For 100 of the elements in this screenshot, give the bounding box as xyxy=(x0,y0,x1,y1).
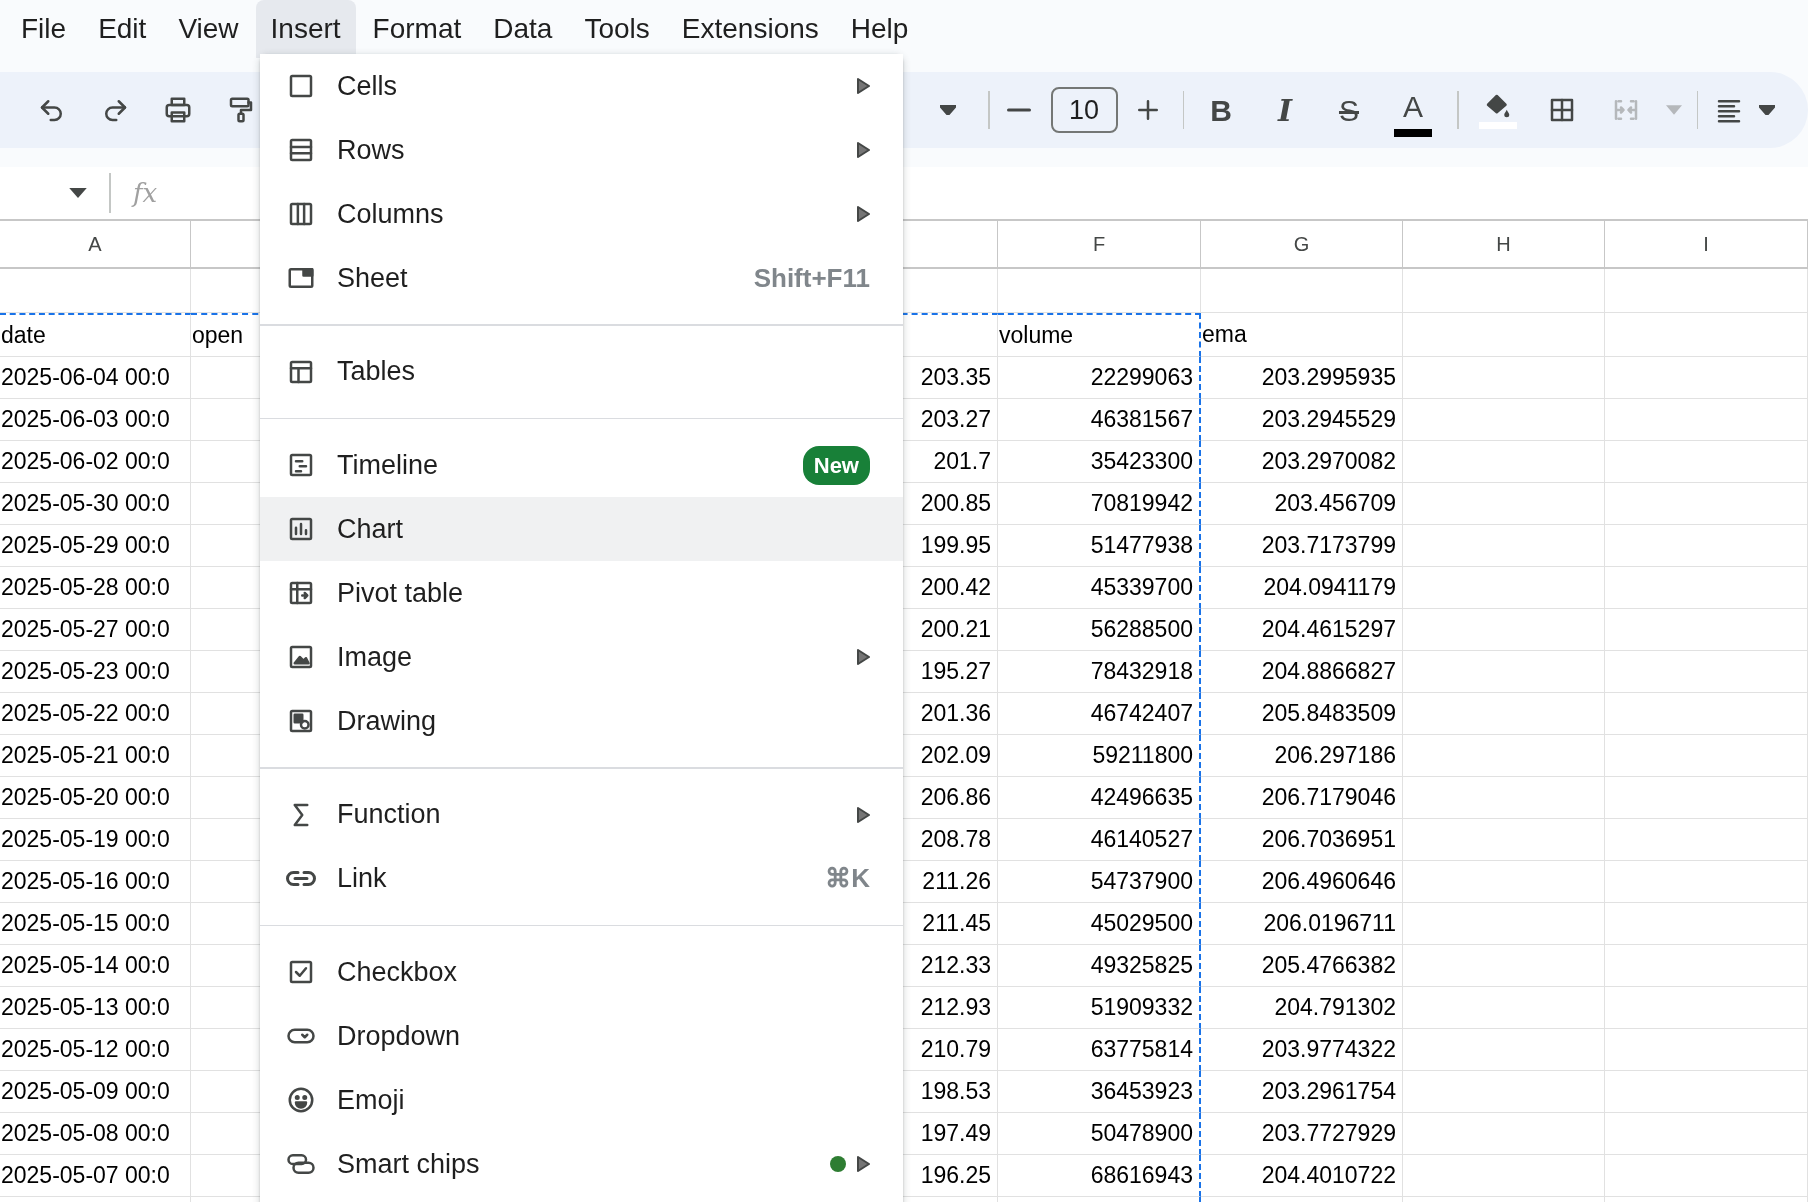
table-cell: 2025-05-13 00:0 xyxy=(0,987,191,1029)
table-cell: 51909332 xyxy=(998,987,1201,1029)
table-cell: 51477938 xyxy=(998,525,1201,567)
table-cell: 2025-05-21 00:0 xyxy=(0,735,191,777)
table-cell: 2025-05-09 00:0 xyxy=(0,1071,191,1113)
table-cell: 68616943 xyxy=(998,1155,1201,1197)
text-color-button[interactable]: A xyxy=(1381,82,1445,138)
submenu-arrow-icon xyxy=(856,649,870,665)
table-cell: ema xyxy=(1201,313,1403,357)
caret-icon xyxy=(1665,105,1682,115)
table-cell: 70819942 xyxy=(998,483,1201,525)
table-cell: 203.9774322 xyxy=(1201,1029,1403,1071)
font-size-field[interactable]: 10 xyxy=(1050,87,1118,133)
menu-item[interactable]: Rows xyxy=(260,118,903,182)
table-cell: 203.2995935 xyxy=(1201,357,1403,399)
table-cell: 206.7179046 xyxy=(1201,777,1403,819)
table-cell: 2025-05-15 00:0 xyxy=(0,903,191,945)
menu-item[interactable]: Tables xyxy=(260,339,903,404)
table-cell: 204.791302 xyxy=(1201,987,1403,1029)
table-cell: 46140527 xyxy=(998,819,1201,861)
menu-item[interactable]: Image xyxy=(260,625,903,689)
menu-item[interactable]: Function xyxy=(260,782,903,847)
menu-item[interactable]: Pivot table xyxy=(260,561,903,625)
table-cell: 203.2945529 xyxy=(1201,399,1403,441)
column-header[interactable]: F xyxy=(998,219,1201,269)
status-dot xyxy=(830,1156,846,1172)
table-cell: 36453923 xyxy=(998,1071,1201,1113)
table-cell: 206.7036951 xyxy=(1201,819,1403,861)
table-cell: 2025-05-23 00:0 xyxy=(0,651,191,693)
menu-item[interactable]: Edit xyxy=(83,0,162,58)
menu-item[interactable]: Dropdown xyxy=(260,1004,903,1068)
shortcut-text: Shift+F11 xyxy=(753,261,870,295)
table-cell: 2025-06-02 00:0 xyxy=(0,441,191,483)
minus-icon xyxy=(1006,107,1031,113)
table-cell: 203.7173799 xyxy=(1201,525,1403,567)
column-header[interactable]: A xyxy=(0,219,191,269)
table-cell: 46742407 xyxy=(998,693,1201,735)
table-cell: 2025-05-16 00:0 xyxy=(0,861,191,903)
shortcut-text: ⌘K xyxy=(825,862,870,895)
submenu-arrow-icon xyxy=(856,1156,870,1172)
table-cell: 205.8483509 xyxy=(1201,693,1403,735)
menu-item[interactable]: Sheet Shift+F11 xyxy=(260,246,903,310)
table-cell: 2025-05-30 00:0 xyxy=(0,483,191,525)
table-cell: 2025-06-04 00:0 xyxy=(0,357,191,399)
table-cell: 2025-05-19 00:0 xyxy=(0,819,191,861)
table-cell: 206.4960646 xyxy=(1201,861,1403,903)
strikethrough-button[interactable]: S xyxy=(1317,82,1381,138)
menu-item[interactable]: Chart xyxy=(260,497,903,561)
table-cell: 45339700 xyxy=(998,567,1201,609)
submenu-arrow-icon xyxy=(856,206,870,222)
table-cell: 46381567 xyxy=(998,399,1201,441)
menu-item[interactable]: Checkbox xyxy=(260,940,903,1004)
menu-item[interactable]: Timeline New xyxy=(260,433,903,497)
table-cell: 204.4010722 xyxy=(1201,1155,1403,1197)
menu-item[interactable]: Emoji xyxy=(260,1068,903,1132)
table-cell: 206.297186 xyxy=(1201,735,1403,777)
table-cell: 204.8866827 xyxy=(1201,651,1403,693)
table-cell: 203.7727929 xyxy=(1201,1113,1403,1155)
menu-item[interactable]: View xyxy=(163,0,254,58)
table-cell: volume xyxy=(998,313,1201,357)
table-cell: date xyxy=(0,313,191,357)
table-cell: 49325825 xyxy=(998,945,1201,987)
menu-item[interactable]: File xyxy=(6,0,82,58)
table-cell: 2025-05-28 00:0 xyxy=(0,567,191,609)
table-cell: 22299063 xyxy=(998,357,1201,399)
submenu-arrow-icon xyxy=(856,142,870,158)
table-cell: 2025-05-20 00:0 xyxy=(0,777,191,819)
column-header[interactable]: I xyxy=(1605,219,1808,269)
table-cell: 2025-05-07 00:0 xyxy=(0,1155,191,1197)
submenu-arrow-icon xyxy=(856,806,870,823)
table-cell: 50478900 xyxy=(998,1113,1201,1155)
column-header[interactable]: H xyxy=(1403,219,1605,269)
menu-item[interactable]: Columns xyxy=(260,182,903,246)
table-cell: 59211800 xyxy=(998,735,1201,777)
submenu-arrow-icon xyxy=(856,78,870,94)
table-cell: 42496635 xyxy=(998,777,1201,819)
italic-button[interactable]: I xyxy=(1253,82,1317,138)
table-cell: 35423300 xyxy=(998,441,1201,483)
printer-icon xyxy=(162,95,193,125)
table-cell: 204.0941179 xyxy=(1201,567,1403,609)
table-cell: 54737900 xyxy=(998,861,1201,903)
menu-item[interactable]: Link ⌘K xyxy=(260,846,903,911)
table-cell: 2025-06-03 00:0 xyxy=(0,399,191,441)
menu-item[interactable]: Smart chips xyxy=(260,1132,903,1196)
menu-item[interactable]: Cells xyxy=(260,54,903,118)
table-cell: 2025-05-29 00:0 xyxy=(0,525,191,567)
column-header[interactable]: G xyxy=(1201,219,1403,269)
table-cell: 45029500 xyxy=(998,903,1201,945)
table-cell: 203.2961754 xyxy=(1201,1071,1403,1113)
table-cell: 206.0196711 xyxy=(1201,903,1403,945)
menu-item[interactable]: Insert xyxy=(255,0,356,58)
table-cell: 2025-05-27 00:0 xyxy=(0,609,191,651)
table-cell: 63775814 xyxy=(998,1029,1201,1071)
table-cell: 2025-05-08 00:0 xyxy=(0,1113,191,1155)
bold-button[interactable]: B xyxy=(1189,82,1253,138)
caret-icon xyxy=(69,188,87,198)
table-cell: 78432918 xyxy=(998,651,1201,693)
caret-icon xyxy=(1759,105,1775,115)
menu-item[interactable]: Drawing xyxy=(260,689,903,753)
table-cell: 204.4615297 xyxy=(1201,609,1403,651)
